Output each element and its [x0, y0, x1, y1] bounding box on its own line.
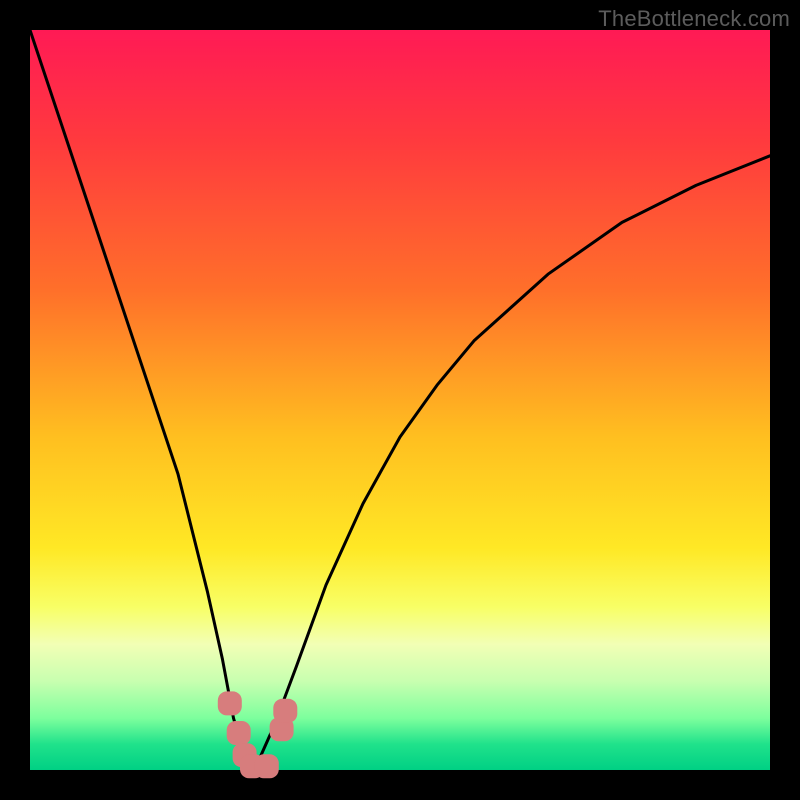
- bottleneck-chart: [0, 0, 800, 800]
- watermark-label: TheBottleneck.com: [598, 6, 790, 32]
- plot-area: [30, 30, 770, 770]
- curve-marker: [227, 721, 251, 745]
- curve-marker: [218, 691, 242, 715]
- chart-stage: TheBottleneck.com: [0, 0, 800, 800]
- curve-marker: [273, 699, 297, 723]
- curve-marker: [255, 754, 279, 778]
